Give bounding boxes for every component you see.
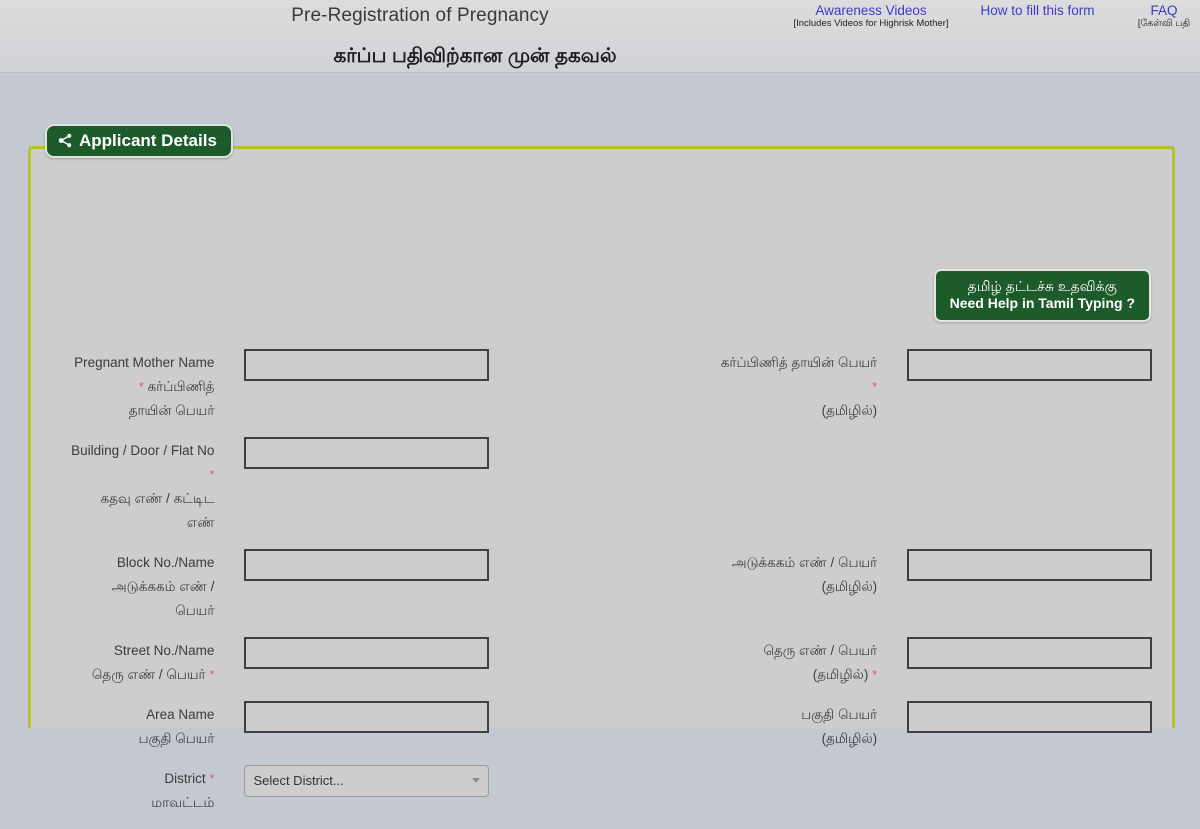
form-row: Area Name பகுதி பெயர் பகுதி பெயர் (தமிழி… — [31, 701, 1172, 751]
block-no-name-label: Block No./Name அடுக்ககம் எண் / பெயர் — [31, 549, 215, 623]
label-tamil-line1: கதவு எண் / கட்டிட — [100, 491, 215, 506]
applicant-details-legend-label: Applicant Details — [79, 131, 217, 150]
area-name-field-cell — [214, 701, 509, 733]
pregnant-mother-name-field-cell — [214, 349, 509, 381]
label-english: Pregnant Mother Name — [74, 355, 215, 370]
main-content-area: Applicant Details தமிழ் தட்டச்சு உதவிக்க… — [0, 73, 1200, 810]
label-tamil-line2: தாயின் பெயர் — [128, 403, 215, 418]
how-to-fill-this-form-link[interactable]: How to fill this form — [965, 3, 1110, 18]
block-no-name-field-cell — [214, 549, 509, 581]
label-tamil-line3: (தமிழில்) — [821, 403, 878, 418]
awareness-videos-link-group[interactable]: Awareness Videos [Includes Videos for Hi… — [791, 0, 951, 30]
building-door-flat-no-input[interactable] — [244, 437, 490, 469]
applicant-details-panel: Applicant Details தமிழ் தட்டச்சு உதவிக்க… — [28, 124, 1175, 810]
awareness-videos-link[interactable]: Awareness Videos — [791, 3, 951, 18]
how-to-fill-link-group[interactable]: How to fill this form — [965, 0, 1110, 18]
block-no-name-tamil-label: அடுக்ககம் எண் / பெயர் (தமிழில்) — [509, 549, 877, 599]
label-tamil-line1: கர்ப்பிணித் தாயின் பெயர் — [720, 355, 878, 370]
required-asterisk: * — [209, 467, 215, 482]
area-name-label: Area Name பகுதி பெயர் — [31, 701, 214, 751]
label-tamil-line2: * — [509, 375, 877, 399]
label-tamil-line1: பகுதி பெயர் — [801, 707, 878, 722]
share-nodes-icon — [58, 133, 73, 148]
empty-label-cell — [509, 437, 877, 439]
form-row: Building / Door / Flat No * கதவு எண் / க… — [31, 437, 1172, 535]
form-row: Pregnant Mother Name * கர்ப்பிணித் தாயின… — [31, 349, 1172, 423]
label-english: Block No./Name — [116, 555, 215, 570]
label-tamil-line2: (தமிழில்) — [821, 731, 878, 746]
district-select-wrapper[interactable]: Select District... — [244, 765, 490, 797]
faq-subtext: [கேள்வி பதி — [1137, 18, 1191, 29]
label-tamil-line1: தெரு எண் / பெயர் * — [91, 667, 215, 682]
page-header: Pre-Registration of Pregnancy கர்ப்ப பதி… — [0, 0, 1200, 73]
required-asterisk: * — [209, 667, 215, 682]
page-title-english: Pre-Registration of Pregnancy — [291, 5, 549, 26]
label-english: District * — [164, 771, 215, 786]
street-no-name-field-cell — [214, 637, 509, 669]
pregnant-mother-name-tamil-label: கர்ப்பிணித் தாயின் பெயர் * (தமிழில்) — [509, 349, 877, 423]
required-asterisk: * — [872, 667, 878, 682]
awareness-videos-subtext: [Includes Videos for Highrisk Mother] — [793, 18, 949, 29]
applicant-form-grid: Pregnant Mother Name * கர்ப்பிணித் தாயின… — [31, 349, 1172, 829]
street-no-name-tamil-label: தெரு எண் / பெயர் (தமிழில்) * — [509, 637, 877, 687]
required-asterisk: * — [872, 379, 878, 394]
tamil-typing-help-label-english: Need Help in Tamil Typing ? — [949, 295, 1135, 311]
block-no-name-tamil-field-cell — [877, 549, 1172, 581]
block-no-name-tamil-input[interactable] — [907, 549, 1153, 581]
area-name-tamil-input[interactable] — [907, 701, 1153, 733]
block-no-name-input[interactable] — [244, 549, 490, 581]
applicant-details-legend: Applicant Details — [45, 124, 233, 158]
empty-label-cell — [509, 765, 877, 767]
tamil-typing-help-button[interactable]: தமிழ் தட்டச்சு உதவிக்கு Need Help in Tam… — [933, 269, 1151, 322]
building-door-flat-no-field-cell — [214, 437, 509, 469]
page-title-tamil: கர்ப்ப பதிவிற்கான முன் தகவல் — [333, 45, 617, 67]
label-tamil-line1: தெரு எண் / பெயர் — [763, 643, 878, 658]
street-no-name-label: Street No./Name தெரு எண் / பெயர் * — [31, 637, 215, 687]
tamil-typing-help-label-tamil: தமிழ் தட்டச்சு உதவிக்கு — [967, 278, 1117, 294]
street-no-name-input[interactable] — [244, 637, 490, 669]
label-tamil-line1: பகுதி பெயர் — [138, 731, 215, 746]
pregnant-mother-name-label: Pregnant Mother Name * கர்ப்பிணித் தாயின… — [31, 349, 214, 423]
faq-link[interactable]: FAQ — [1128, 3, 1200, 18]
form-row: Block No./Name அடுக்ககம் எண் / பெயர் அடு… — [31, 549, 1172, 623]
label-tamil-line2: எண் — [186, 515, 215, 530]
pregnant-mother-name-tamil-input[interactable] — [907, 349, 1153, 381]
street-no-name-tamil-input[interactable] — [907, 637, 1153, 669]
label-tamil-line1: அடுக்ககம் எண் / — [111, 579, 215, 594]
label-english: Building / Door / Flat No — [71, 443, 215, 458]
area-name-tamil-label: பகுதி பெயர் (தமிழில்) — [509, 701, 877, 751]
pregnant-mother-name-tamil-field-cell — [877, 349, 1172, 381]
header-links: Awareness Videos [Includes Videos for Hi… — [791, 0, 1200, 30]
form-row: Street No./Name தெரு எண் / பெயர் * தெரு … — [31, 637, 1172, 687]
label-tamil-line1: அடுக்ககம் எண் / பெயர் — [731, 555, 878, 570]
label-tamil-line1: * கர்ப்பிணித் — [138, 379, 215, 394]
label-tamil-line2: (தமிழில்) * — [812, 667, 878, 682]
pregnant-mother-name-input[interactable] — [244, 349, 490, 381]
area-name-tamil-field-cell — [877, 701, 1172, 733]
label-tamil: மாவட்டம் — [151, 795, 215, 810]
area-name-input[interactable] — [244, 701, 490, 733]
building-door-flat-no-label: Building / Door / Flat No * கதவு எண் / க… — [31, 437, 214, 535]
label-required-line: * — [31, 463, 214, 487]
district-select[interactable]: Select District... — [244, 765, 490, 797]
form-row: District * மாவட்டம் Select District... — [31, 765, 1172, 815]
label-english: Area Name — [146, 707, 215, 722]
label-english: Street No./Name — [113, 643, 215, 658]
faq-link-group[interactable]: FAQ [கேள்வி பதி — [1128, 0, 1200, 30]
required-asterisk: * — [138, 379, 144, 394]
label-tamil-line2: பெயர் — [175, 603, 215, 618]
street-no-name-tamil-field-cell — [877, 637, 1172, 669]
label-tamil-line2: (தமிழில்) — [821, 579, 878, 594]
district-field-cell: Select District... — [214, 765, 509, 797]
district-label: District * மாவட்டம் — [31, 765, 214, 815]
title-block: Pre-Registration of Pregnancy கர்ப்ப பதி… — [0, 0, 840, 66]
